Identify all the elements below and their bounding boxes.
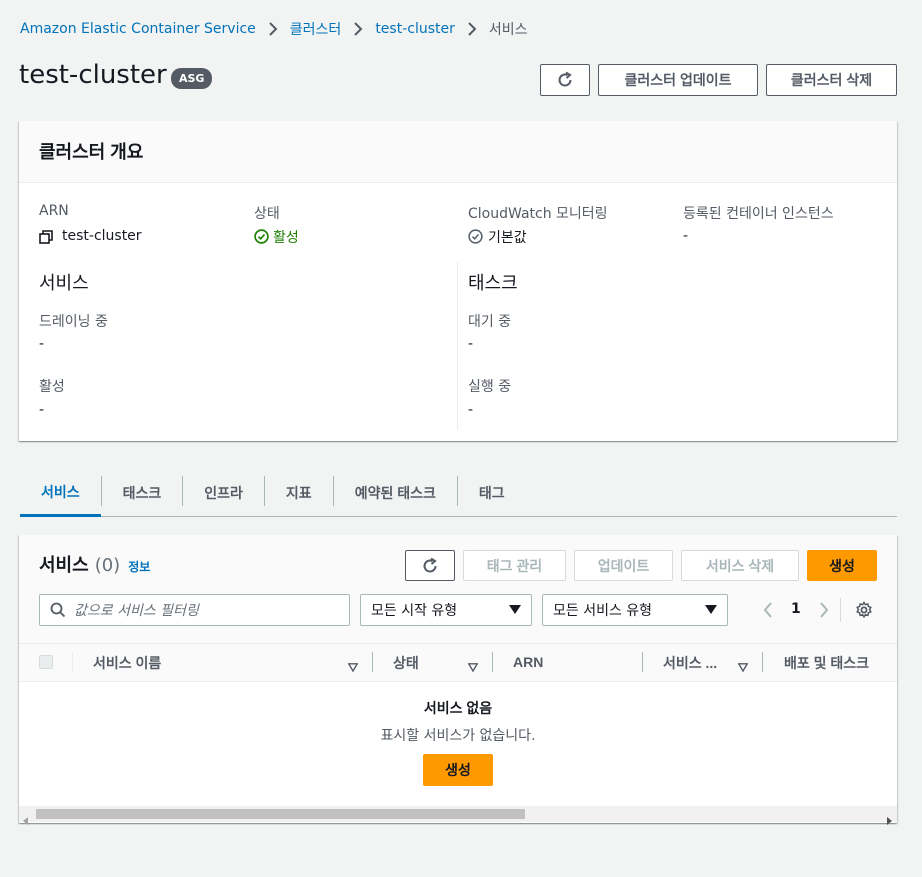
services-heading: 서비스 xyxy=(39,273,89,294)
service-filter-input[interactable]: 값으로 서비스 필터링 xyxy=(39,594,350,626)
search-icon xyxy=(50,602,66,618)
pending-value: - xyxy=(468,336,474,352)
pagination-divider xyxy=(840,598,841,622)
draining-value: - xyxy=(39,336,45,352)
tab-scheduled-tasks[interactable]: 예약된 태스크 xyxy=(334,470,457,516)
launch-type-select[interactable]: 모든 시작 유형 xyxy=(360,594,532,626)
tab-bar: 서비스 태스크 인프라 지표 예약된 태스크 태그 xyxy=(20,470,897,517)
status-value: 활성 xyxy=(273,230,299,246)
overview-divider xyxy=(457,262,458,430)
filter-placeholder: 값으로 서비스 필터링 xyxy=(74,603,199,619)
column-service-name[interactable]: 서비스 이름 xyxy=(93,653,161,673)
tab-tasks[interactable]: 태스크 xyxy=(102,470,183,516)
delete-service-button[interactable]: 서비스 삭제 xyxy=(681,550,799,581)
chevron-right-icon xyxy=(268,22,278,36)
info-link[interactable]: 정보 xyxy=(128,558,150,575)
column-deployments-tasks[interactable]: 배포 및 태스크 xyxy=(784,653,869,673)
instances-label: 등록된 컨테이너 인스턴스 xyxy=(683,206,834,222)
check-circle-icon xyxy=(468,229,483,248)
asg-badge: ASG xyxy=(171,68,213,89)
page-title: test-cluster xyxy=(19,60,167,90)
cloudwatch-label: CloudWatch 모니터링 xyxy=(468,206,608,222)
empty-state-create-button[interactable]: 생성 xyxy=(423,754,493,786)
arn-label: ARN xyxy=(39,203,69,219)
active-value: - xyxy=(39,402,45,418)
settings-gear-icon[interactable] xyxy=(855,601,873,623)
manage-tags-button[interactable]: 태그 관리 xyxy=(463,550,566,581)
breadcrumb: Amazon Elastic Container Service 클러스터 te… xyxy=(20,19,528,39)
status-label: 상태 xyxy=(254,206,280,222)
service-type-value: 모든 서비스 유형 xyxy=(553,603,653,619)
pending-label: 대기 중 xyxy=(468,314,512,330)
caret-down-icon xyxy=(705,605,717,614)
sort-icon[interactable] xyxy=(467,657,479,676)
table-refresh-button[interactable] xyxy=(405,550,455,581)
services-panel-heading: 서비스 xyxy=(39,555,89,575)
tab-infrastructure[interactable]: 인프라 xyxy=(183,470,264,516)
previous-page-icon[interactable] xyxy=(762,602,774,622)
empty-state-title: 서비스 없음 xyxy=(423,700,493,716)
column-divider[interactable] xyxy=(642,652,643,672)
draining-label: 드레이닝 중 xyxy=(39,314,108,330)
create-service-button[interactable]: 생성 xyxy=(807,550,877,581)
sort-icon[interactable] xyxy=(347,657,359,676)
scroll-left-icon[interactable] xyxy=(23,810,29,829)
delete-cluster-button[interactable]: 클러스터 삭제 xyxy=(766,64,897,96)
update-cluster-button[interactable]: 클러스터 업데이트 xyxy=(598,64,758,96)
instances-value: - xyxy=(683,228,689,244)
refresh-icon xyxy=(558,71,572,87)
column-status[interactable]: 상태 xyxy=(393,653,419,673)
refresh-button[interactable] xyxy=(540,64,590,96)
breadcrumb-test-cluster[interactable]: test-cluster xyxy=(375,21,455,37)
breadcrumb-ecs[interactable]: Amazon Elastic Container Service xyxy=(20,21,256,37)
column-divider xyxy=(72,652,73,672)
check-circle-icon xyxy=(254,229,269,248)
refresh-icon xyxy=(423,557,437,572)
running-label: 실행 중 xyxy=(468,379,512,395)
horizontal-scrollbar[interactable] xyxy=(19,806,897,825)
update-service-button[interactable]: 업데이트 xyxy=(574,550,673,581)
arn-value: test-cluster xyxy=(62,228,142,244)
column-divider[interactable] xyxy=(492,652,493,672)
sort-icon[interactable] xyxy=(737,657,749,676)
launch-type-value: 모든 시작 유형 xyxy=(371,603,458,619)
scrollbar-thumb[interactable] xyxy=(36,809,525,819)
select-all-checkbox[interactable] xyxy=(39,655,53,669)
services-count: (0) xyxy=(94,555,121,576)
tab-services[interactable]: 서비스 xyxy=(20,470,101,517)
column-service-type[interactable]: 서비스 ... xyxy=(663,653,717,673)
column-divider[interactable] xyxy=(762,652,763,672)
overview-title: 클러스터 개요 xyxy=(39,142,144,162)
tasks-heading: 태스크 xyxy=(468,273,518,294)
caret-down-icon xyxy=(509,605,521,614)
tab-metrics[interactable]: 지표 xyxy=(265,470,333,516)
empty-state-description: 표시할 서비스가 없습니다. xyxy=(380,728,536,744)
services-panel-title: 서비스 (0) 정보 xyxy=(39,551,150,577)
breadcrumb-clusters[interactable]: 클러스터 xyxy=(290,19,342,39)
cloudwatch-value: 기본값 xyxy=(488,230,527,246)
running-value: - xyxy=(468,402,474,418)
chevron-right-icon xyxy=(467,22,477,36)
column-divider[interactable] xyxy=(372,652,373,672)
page-number[interactable]: 1 xyxy=(791,601,801,617)
scroll-right-icon[interactable] xyxy=(886,810,892,829)
cluster-overview-card: 클러스터 개요 xyxy=(19,121,897,441)
active-label: 활성 xyxy=(39,379,65,395)
chevron-right-icon xyxy=(353,22,363,36)
column-arn[interactable]: ARN xyxy=(513,654,543,670)
service-type-select[interactable]: 모든 서비스 유형 xyxy=(542,594,728,626)
overview-header: 클러스터 개요 xyxy=(19,121,897,183)
tab-tags[interactable]: 태그 xyxy=(458,470,526,516)
next-page-icon[interactable] xyxy=(818,602,830,622)
breadcrumb-current: 서비스 xyxy=(488,22,528,38)
copy-icon[interactable] xyxy=(39,229,53,248)
